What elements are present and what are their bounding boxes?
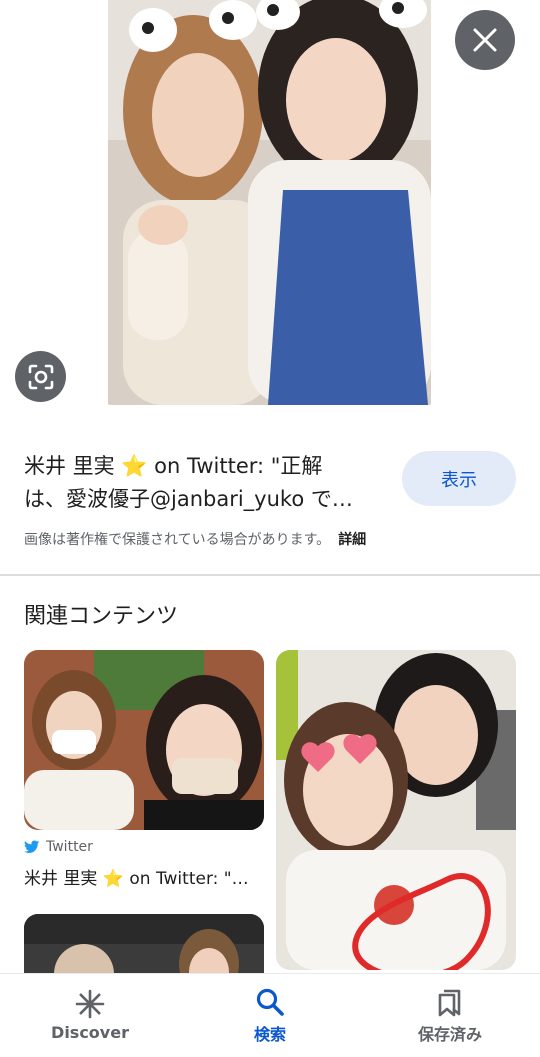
close-button[interactable]	[455, 10, 515, 70]
nav-search-label: 検索	[253, 1024, 286, 1044]
nav-discover-label: Discover	[51, 1023, 129, 1042]
related-card-image[interactable]	[24, 650, 264, 830]
result-title-line1: 米井 里実 ⭐ on Twitter: "正解	[24, 454, 323, 478]
related-card-image[interactable]	[276, 650, 516, 970]
result-title[interactable]: 米井 里実 ⭐ on Twitter: "正解 は、愛波優子@janbari_y…	[24, 450, 384, 516]
copyright-notice: 画像は著作権で保護されている場合があります。 詳細	[24, 529, 366, 549]
related-content-heading: 関連コンテンツ	[24, 604, 179, 629]
related-card-title[interactable]: 米井 里実 ⭐ on Twitter: "…	[24, 864, 264, 889]
source-name: Twitter	[46, 839, 93, 855]
details-link[interactable]: 詳細	[338, 532, 366, 548]
bookmarks-icon	[438, 989, 461, 1016]
related-photo-1	[24, 650, 264, 830]
nav-saved-label: 保存済み	[417, 1024, 482, 1044]
nav-saved[interactable]: 保存済み	[360, 974, 540, 1057]
related-card-source: Twitter	[24, 839, 93, 855]
hero-image[interactable]	[108, 0, 431, 405]
copyright-text: 画像は著作権で保護されている場合があります。	[24, 532, 331, 548]
nav-discover[interactable]: Discover	[0, 974, 180, 1057]
related-photo-2	[276, 650, 516, 970]
bottom-navigation: Discover 検索 保存済み	[0, 973, 540, 1057]
result-title-line2: は、愛波優子@janbari_yuko で…	[24, 487, 353, 511]
lens-icon	[28, 364, 53, 389]
close-icon	[473, 28, 497, 52]
lens-search-button[interactable]	[15, 351, 66, 402]
asterisk-icon	[75, 989, 105, 1019]
hero-photo	[108, 0, 431, 405]
nav-search[interactable]: 検索	[180, 974, 360, 1057]
divider	[0, 574, 540, 576]
search-icon	[256, 988, 284, 1016]
show-button[interactable]: 表示	[402, 451, 516, 506]
twitter-icon	[24, 840, 40, 853]
